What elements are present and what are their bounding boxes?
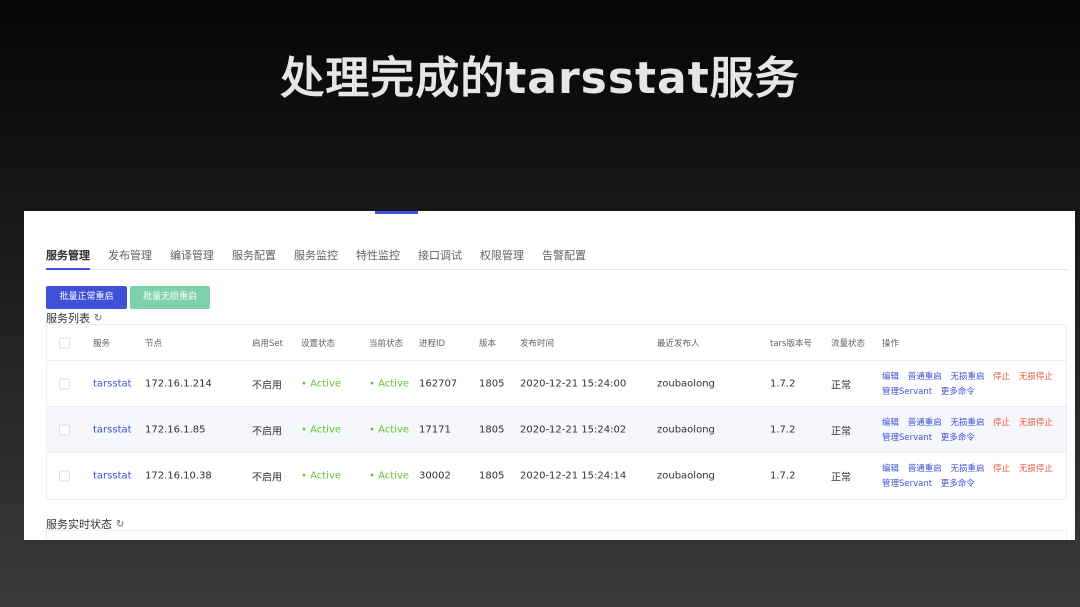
tab-interface-debug[interactable]: 接口调试 (418, 241, 462, 270)
tab-service-config[interactable]: 服务配置 (232, 241, 276, 270)
manage-servant-link[interactable]: 管理Servant (882, 387, 932, 397)
current-state: • Active (369, 424, 410, 435)
realtime-status-table (46, 530, 1067, 540)
table-row: tarsstat 172.16.10.38 不启用 • Active • Act… (47, 453, 1066, 499)
header-enable-set: 启用Set (252, 338, 283, 349)
tab-permission-management[interactable]: 权限管理 (480, 241, 524, 270)
table-row: tarsstat 172.16.1.214 不启用 • Active • Act… (47, 361, 1066, 407)
node-ip: 172.16.10.38 (145, 470, 212, 482)
header-ops: 操作 (882, 338, 900, 349)
publisher: zoubaolong (657, 424, 715, 435)
setting-state: • Active (301, 378, 342, 389)
node-ip: 172.16.1.214 (145, 378, 212, 389)
refresh-icon[interactable]: ↻ (116, 519, 124, 530)
flow-state: 正常 (831, 426, 851, 437)
publish-time: 2020-12-21 15:24:02 (520, 424, 627, 435)
more-commands-link[interactable]: 更多命令 (941, 433, 975, 443)
smooth-restart-link[interactable]: 无损重启 (950, 464, 984, 474)
publish-time: 2020-12-21 15:24:00 (520, 378, 627, 389)
normal-restart-link[interactable]: 普通重启 (908, 418, 942, 428)
setting-state: • Active (301, 470, 342, 482)
refresh-icon[interactable]: ↻ (94, 313, 102, 324)
normal-restart-link[interactable]: 普通重启 (908, 372, 942, 382)
more-commands-link[interactable]: 更多命令 (941, 387, 975, 397)
current-state: • Active (369, 378, 410, 389)
service-link[interactable]: tarsstat (93, 471, 132, 482)
service-table: 服务 节点 启用Set 设置状态 当前状态 进程ID 版本 发布时间 最近发布人… (46, 324, 1067, 500)
table-header-row: 服务 节点 启用Set 设置状态 当前状态 进程ID 版本 发布时间 最近发布人… (47, 325, 1066, 361)
version: 1805 (479, 424, 505, 435)
tab-alarm-config[interactable]: 告警配置 (542, 241, 586, 270)
header-pid: 进程ID (419, 338, 446, 349)
batch-smooth-restart-button[interactable]: 批量无损重启 (130, 286, 210, 309)
select-all-checkbox[interactable] (59, 337, 70, 348)
manage-servant-link[interactable]: 管理Servant (882, 433, 932, 443)
tab-publish-management[interactable]: 发布管理 (108, 241, 152, 270)
header-setting-state: 设置状态 (301, 338, 336, 349)
row-ops: 编辑 普通重启 无损重启 停止 无损停止 管理Servant 更多命令 (882, 416, 1059, 446)
publisher: zoubaolong (657, 470, 715, 482)
stop-link[interactable]: 停止 (993, 372, 1010, 382)
tars-version: 1.7.2 (770, 470, 796, 482)
publisher: zoubaolong (657, 378, 715, 389)
flow-state: 正常 (831, 472, 851, 484)
tab-service-monitor[interactable]: 服务监控 (294, 241, 338, 270)
flow-state: 正常 (831, 380, 851, 391)
tars-admin-panel: 服务管理 发布管理 编译管理 服务配置 服务监控 特性监控 接口调试 权限管理 … (24, 211, 1075, 540)
tab-build-management[interactable]: 编译管理 (170, 241, 214, 270)
header-current-state: 当前状态 (369, 338, 404, 349)
normal-restart-link[interactable]: 普通重启 (908, 464, 942, 474)
header-flow-state: 流量状态 (831, 338, 866, 349)
version: 1805 (479, 470, 505, 482)
enable-set: 不启用 (252, 472, 282, 484)
tars-version: 1.7.2 (770, 424, 796, 435)
edit-link[interactable]: 编辑 (882, 372, 899, 382)
header-publish-time: 发布时间 (520, 338, 555, 349)
header-service: 服务 (93, 338, 111, 349)
smooth-stop-link[interactable]: 无损停止 (1019, 464, 1053, 474)
smooth-stop-link[interactable]: 无损停止 (1019, 418, 1053, 428)
table-row: tarsstat 172.16.1.85 不启用 • Active • Acti… (47, 407, 1066, 453)
smooth-restart-link[interactable]: 无损重启 (950, 372, 984, 382)
current-state: • Active (369, 470, 410, 482)
smooth-stop-link[interactable]: 无损停止 (1019, 372, 1053, 382)
stop-link[interactable]: 停止 (993, 418, 1010, 428)
edit-link[interactable]: 编辑 (882, 464, 899, 474)
pid: 30002 (419, 470, 451, 482)
row-checkbox[interactable] (59, 470, 70, 482)
row-checkbox[interactable] (59, 424, 70, 435)
pid: 162707 (419, 378, 458, 389)
tab-property-monitor[interactable]: 特性监控 (356, 241, 400, 270)
edit-link[interactable]: 编辑 (882, 418, 899, 428)
more-commands-link[interactable]: 更多命令 (941, 479, 975, 489)
enable-set: 不启用 (252, 380, 282, 391)
row-checkbox[interactable] (59, 378, 70, 389)
header-tars-version: tars版本号 (770, 338, 812, 349)
version: 1805 (479, 378, 505, 389)
slide-title: 处理完成的tarsstat服务 (280, 53, 800, 104)
row-ops: 编辑 普通重启 无损重启 停止 无损停止 管理Servant 更多命令 (882, 462, 1059, 492)
batch-restart-button[interactable]: 批量正常重启 (46, 286, 127, 309)
manage-servant-link[interactable]: 管理Servant (882, 479, 932, 489)
top-nav-indicator (375, 211, 418, 214)
publish-time: 2020-12-21 15:24:14 (520, 470, 627, 482)
tab-service-management[interactable]: 服务管理 (46, 241, 90, 270)
node-ip: 172.16.1.85 (145, 424, 206, 435)
tab-bar: 服务管理 发布管理 编译管理 服务配置 服务监控 特性监控 接口调试 权限管理 … (46, 241, 1069, 270)
stop-link[interactable]: 停止 (993, 464, 1010, 474)
header-publisher: 最近发布人 (657, 338, 700, 349)
setting-state: • Active (301, 424, 342, 435)
enable-set: 不启用 (252, 426, 282, 437)
smooth-restart-link[interactable]: 无损重启 (950, 418, 984, 428)
pid: 17171 (419, 424, 451, 435)
header-node: 节点 (145, 338, 163, 349)
service-link[interactable]: tarsstat (93, 424, 132, 435)
service-link[interactable]: tarsstat (93, 378, 132, 389)
row-ops: 编辑 普通重启 无损重启 停止 无损停止 管理Servant 更多命令 (882, 370, 1059, 400)
tars-version: 1.7.2 (770, 378, 796, 389)
header-version: 版本 (479, 338, 497, 349)
